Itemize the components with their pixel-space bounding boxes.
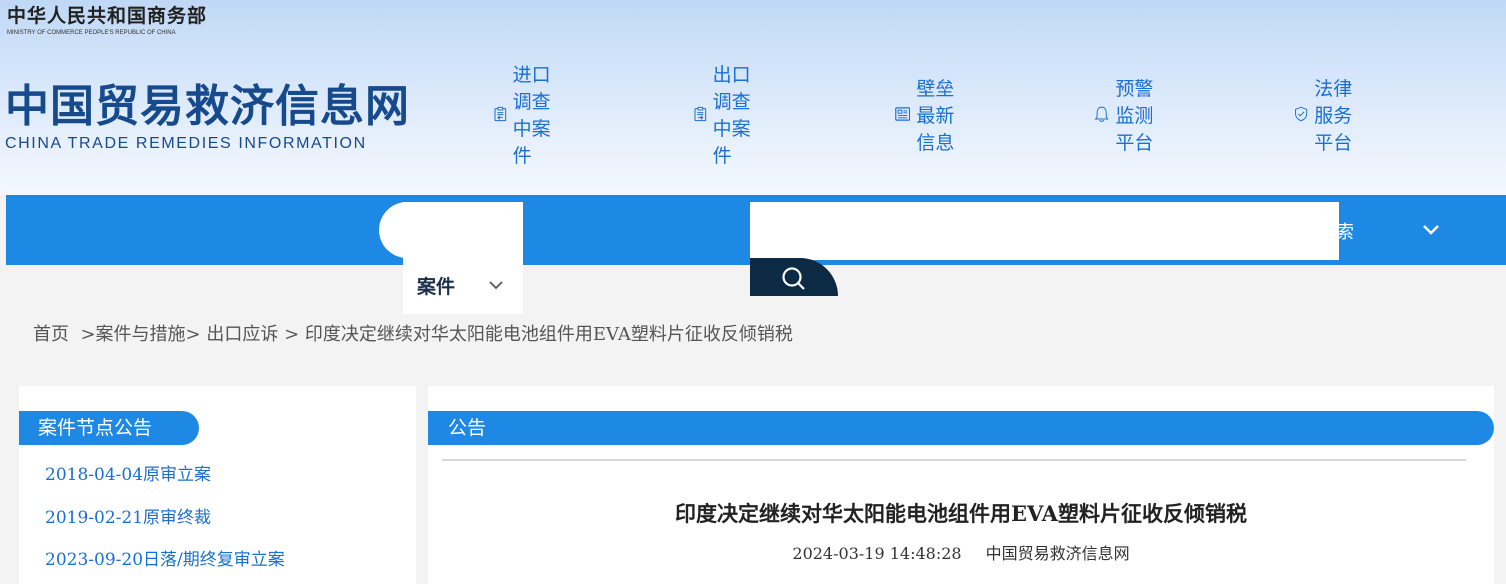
chevron-down-icon[interactable] (488, 279, 504, 291)
document-list-icon (895, 107, 911, 121)
breadcrumb-home[interactable]: 首页 (33, 324, 69, 345)
announcement-title-bar: 公告 (428, 411, 1494, 445)
site-logo[interactable]: 中国贸易救济信息网 CHINA TRADE REMEDIES INFORMATI… (5, 80, 410, 153)
article-datetime: 2024-03-19 14:48:28 (792, 544, 962, 563)
breadcrumb-separator: > (284, 324, 305, 345)
search-icon (782, 267, 805, 290)
article-meta: 2024-03-19 14:48:28 中国贸易救济信息网 (428, 540, 1494, 564)
top-link-barrier-info[interactable]: 壁垒最新信息 (895, 78, 960, 154)
case-node-title: 案件节点公告 (19, 411, 199, 445)
top-link-legal-platform[interactable]: 法律服务平台 (1294, 78, 1357, 154)
import-clipboard-icon (494, 106, 507, 122)
breadcrumb-export-response[interactable]: 出口应诉 (206, 324, 278, 345)
case-node-item[interactable]: 2019-02-21原审终裁 (45, 503, 211, 528)
top-link-label: 壁垒最新信息 (916, 77, 955, 154)
top-link-warning-platform[interactable]: 预警监测平台 (1094, 78, 1159, 154)
shield-check-icon (1295, 106, 1308, 122)
case-node-item[interactable]: 2018-04-04原审立案 (45, 460, 211, 485)
search-category-label[interactable]: 案件 (417, 272, 455, 299)
site-logo-en: CHINA TRADE REMEDIES INFORMATION (5, 135, 367, 152)
search-scope-label[interactable]: 搜索 (1318, 218, 1354, 244)
case-node-panel: 案件节点公告 2018-04-04原审立案 2019-02-21原审终裁 202… (19, 386, 416, 584)
announcement-panel: 公告 印度决定继续对华太阳能电池组件用EVA塑料片征收反倾销税 2024-03-… (428, 386, 1494, 584)
bell-icon (1094, 106, 1109, 122)
breadcrumb-separator: > (74, 324, 96, 345)
divider (442, 459, 1466, 461)
site-logo-cn: 中国贸易救济信息网 (5, 81, 410, 132)
search-input[interactable] (750, 202, 1339, 260)
export-clipboard-icon (694, 106, 707, 122)
top-link-export-cases[interactable]: 出口调查中案件 (694, 64, 757, 167)
top-link-label: 进口调查中案件 (512, 64, 551, 167)
breadcrumb-separator: > (185, 324, 207, 345)
top-link-label: 出口调查中案件 (712, 64, 751, 167)
top-link-label: 预警监测平台 (1115, 77, 1154, 154)
ministry-logo[interactable]: 中华人民共和国商务部 MINISTRY OF COMMERCE PEOPLE'S… (7, 5, 207, 37)
top-link-label: 法律服务平台 (1314, 77, 1353, 154)
breadcrumb-current: 印度决定继续对华太阳能电池组件用EVA塑料片征收反倾销税 (304, 324, 793, 345)
article-headline: 印度决定继续对华太阳能电池组件用EVA塑料片征收反倾销税 (675, 501, 1247, 526)
site-header: 中华人民共和国商务部 MINISTRY OF COMMERCE PEOPLE'S… (0, 0, 1506, 195)
ministry-name-cn: 中华人民共和国商务部 (7, 5, 208, 27)
ministry-name-en: MINISTRY OF COMMERCE PEOPLE'S REPUBLIC O… (7, 30, 176, 36)
breadcrumb-cases[interactable]: 案件与措施 (96, 324, 186, 345)
case-node-item[interactable]: 2023-09-20日落/期终复审立案 (45, 545, 285, 570)
article-source: 中国贸易救济信息网 (985, 544, 1130, 563)
chevron-down-icon[interactable] (1421, 222, 1441, 238)
breadcrumb: 首页 >案件与措施> 出口应诉 > 印度决定继续对华太阳能电池组件用EVA塑料片… (33, 320, 793, 346)
top-link-import-cases[interactable]: 进口调查中案件 (494, 64, 557, 167)
